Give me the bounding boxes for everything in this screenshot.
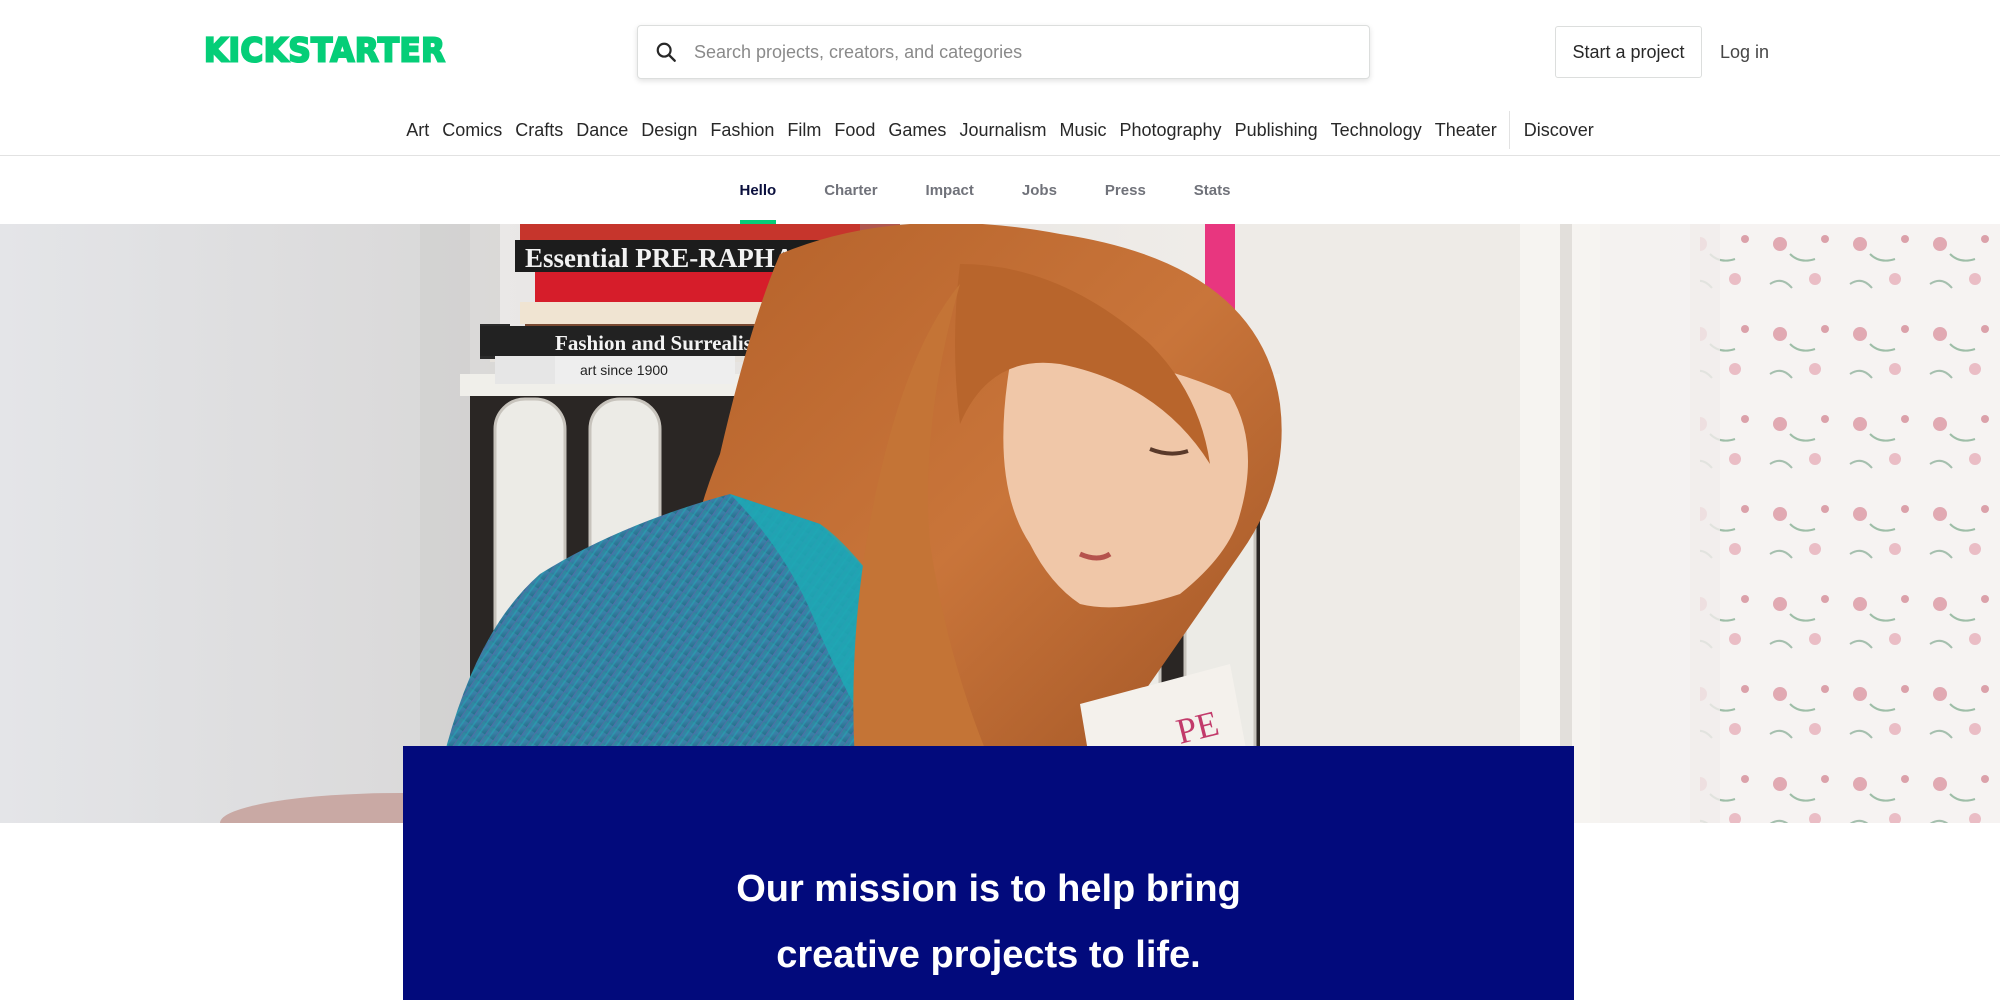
category-design[interactable]: Design xyxy=(635,116,704,144)
search-bar[interactable] xyxy=(637,25,1370,79)
category-technology[interactable]: Technology xyxy=(1324,116,1428,144)
login-link[interactable]: Log in xyxy=(1720,38,1769,66)
mission-statement: Our mission is to help bring creative pr… xyxy=(736,868,1241,976)
hero-photo: Essential PRE-RAPHAELITES Fashion and Su… xyxy=(0,224,2000,823)
category-journalism[interactable]: Journalism xyxy=(953,116,1053,144)
mission-panel: Our mission is to help bring creative pr… xyxy=(403,746,1574,1000)
start-project-button[interactable]: Start a project xyxy=(1555,26,1702,78)
category-crafts[interactable]: Crafts xyxy=(509,116,570,144)
discover-link[interactable]: Discover xyxy=(1517,116,1600,144)
category-games[interactable]: Games xyxy=(882,116,953,144)
tab-impact[interactable]: Impact xyxy=(926,157,974,224)
category-publishing[interactable]: Publishing xyxy=(1228,116,1324,144)
category-photography[interactable]: Photography xyxy=(1113,116,1228,144)
tab-jobs[interactable]: Jobs xyxy=(1022,157,1057,224)
tab-press[interactable]: Press xyxy=(1105,157,1146,224)
category-comics[interactable]: Comics xyxy=(436,116,509,144)
site-header: KICKSTARTER Start a project Log in xyxy=(0,0,2000,104)
svg-text:art since 1900: art since 1900 xyxy=(580,362,668,378)
hero-illustration: Essential PRE-RAPHAELITES Fashion and Su… xyxy=(0,224,2000,823)
about-subnav: Hello Charter Impact Jobs Press Stats xyxy=(0,157,2000,224)
tab-hello[interactable]: Hello xyxy=(739,157,776,224)
nav-divider xyxy=(1509,110,1511,149)
category-list: Art Comics Crafts Dance Design Fashion F… xyxy=(400,104,1601,155)
subnav-list: Hello Charter Impact Jobs Press Stats xyxy=(716,157,1255,224)
logo-wordmark: KICKSTARTER xyxy=(203,32,446,70)
category-nav: Art Comics Crafts Dance Design Fashion F… xyxy=(0,104,2000,156)
kickstarter-logo[interactable]: KICKSTARTER xyxy=(203,32,464,70)
tab-charter[interactable]: Charter xyxy=(824,157,877,224)
search-input[interactable] xyxy=(694,26,1369,78)
category-dance[interactable]: Dance xyxy=(570,116,635,144)
tab-stats[interactable]: Stats xyxy=(1194,157,1231,224)
category-food[interactable]: Food xyxy=(828,116,882,144)
category-art[interactable]: Art xyxy=(400,116,436,144)
category-film[interactable]: Film xyxy=(781,116,828,144)
search-icon[interactable] xyxy=(654,40,678,64)
category-theater[interactable]: Theater xyxy=(1428,116,1503,144)
svg-text:Fashion and Surrealism: Fashion and Surrealism xyxy=(555,331,770,355)
category-fashion[interactable]: Fashion xyxy=(704,116,781,144)
category-music[interactable]: Music xyxy=(1053,116,1113,144)
